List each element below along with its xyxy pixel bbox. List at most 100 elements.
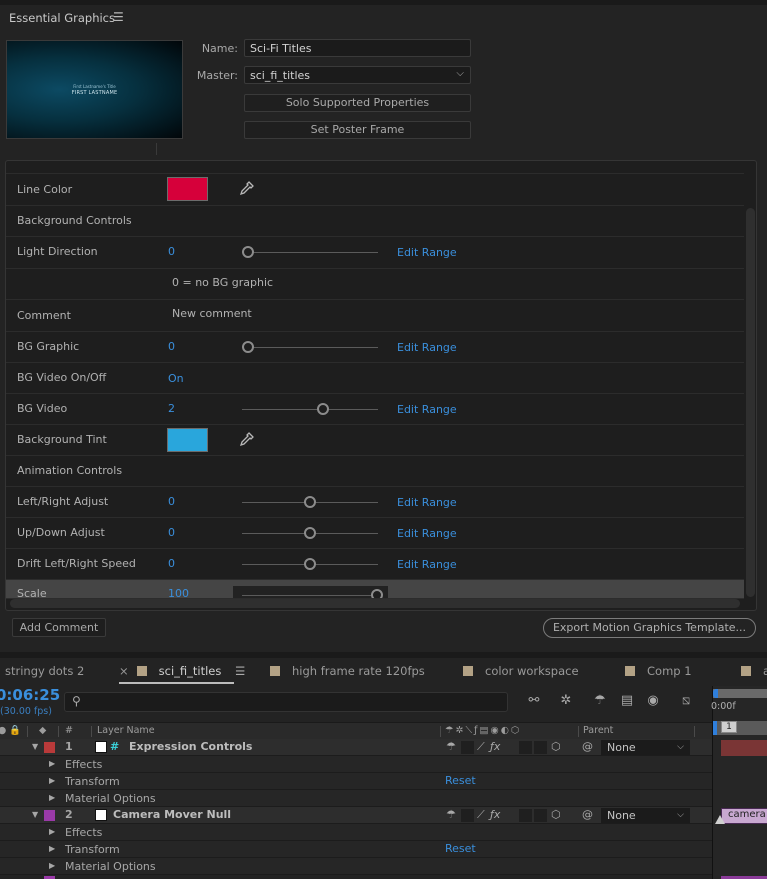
property-slider[interactable] <box>242 558 378 570</box>
property-row[interactable]: Drift Left/Right Speed 0 Edit Range <box>6 549 744 580</box>
label-color[interactable] <box>44 742 55 753</box>
property-row[interactable]: Background Tint <box>6 425 744 456</box>
property-row[interactable]: Left/Right Adjust 0 Edit Range <box>6 487 744 518</box>
tab-comp-1[interactable]: Comp 1 <box>625 664 692 678</box>
layer-bar-1[interactable] <box>721 740 767 756</box>
work-area-start[interactable] <box>713 689 718 698</box>
lock-icon[interactable]: 🔒 <box>9 725 21 736</box>
edit-range-link[interactable]: Edit Range <box>397 403 457 416</box>
close-icon[interactable]: × <box>119 664 129 678</box>
expand-triangle-icon[interactable]: ▼ <box>32 742 38 751</box>
slider-knob[interactable] <box>304 558 316 570</box>
motion-blur-icon[interactable]: ◉ <box>644 693 662 711</box>
pick-whip-icon[interactable]: @ <box>582 808 593 821</box>
frame-blending-icon[interactable]: ▤ <box>618 693 636 711</box>
expand-triangle-icon[interactable]: ▶ <box>49 861 55 870</box>
hamburger-icon[interactable]: ☰ <box>235 664 245 678</box>
graph-editor-icon[interactable]: ⧅ <box>677 693 695 711</box>
layer-search-input[interactable]: ⚲ <box>64 692 508 712</box>
column-layer-name[interactable]: Layer Name <box>97 725 155 736</box>
comment-text[interactable]: New comment <box>172 307 252 320</box>
property-group-row[interactable]: ▶ Transform Reset <box>0 773 712 790</box>
column-number[interactable]: # <box>65 725 73 736</box>
expand-triangle-icon[interactable]: ▶ <box>49 827 55 836</box>
av-switches[interactable] <box>0 809 30 822</box>
property-value[interactable]: 0 <box>168 557 175 570</box>
reset-link[interactable]: Reset <box>445 842 476 855</box>
tab-color-workspace[interactable]: color workspace <box>463 664 579 678</box>
av-switches[interactable] <box>0 741 30 754</box>
draft-3d-icon[interactable]: ✲ <box>557 693 575 711</box>
property-row[interactable]: BG Video 2 Edit Range <box>6 394 744 425</box>
video-toggle-icon[interactable]: ● <box>0 725 6 736</box>
edit-range-link[interactable]: Edit Range <box>397 246 457 259</box>
property-slider[interactable] <box>242 589 383 598</box>
expand-triangle-icon[interactable]: ▶ <box>49 759 55 768</box>
property-row[interactable]: BG Graphic 0 Edit Range <box>6 332 744 363</box>
property-group-row[interactable]: ▶ Material Options <box>0 790 712 807</box>
checkbox-value[interactable]: On <box>168 372 184 385</box>
timeline-area[interactable]: 0:00f 1 camera ju <box>711 686 767 879</box>
layer-name[interactable]: Expression Controls <box>129 740 252 753</box>
property-group-row[interactable]: ▶ Transform Reset <box>0 841 712 858</box>
property-value[interactable]: 0 <box>168 495 175 508</box>
quality-switch-icon[interactable]: ⟋ <box>477 740 485 754</box>
slider-knob[interactable] <box>371 589 383 598</box>
layer-row[interactable]: ▼ 2 Camera Mover Null ☂ ⟋ ƒx ⬡ @ None ⌵ <box>0 807 712 824</box>
property-value[interactable]: 100 <box>168 587 189 598</box>
label-color[interactable] <box>44 810 55 821</box>
motion-blur-switch[interactable] <box>519 741 532 754</box>
composition-flowchart-icon[interactable]: ⚯ <box>525 693 543 711</box>
expand-triangle-icon[interactable]: ▶ <box>49 776 55 785</box>
quality-switch-icon[interactable]: ⟋ <box>477 808 485 822</box>
slider-knob[interactable] <box>304 496 316 508</box>
shy-switch-icon[interactable]: ☂ <box>446 740 456 753</box>
layer-row[interactable]: ▼ 1 # Expression Controls ☂ ⟋ ƒx ⬡ @ Non… <box>0 739 712 756</box>
property-value[interactable]: 2 <box>168 402 175 415</box>
expand-triangle-icon[interactable]: ▼ <box>32 810 38 819</box>
property-row[interactable]: Light Direction 0 Edit Range <box>6 237 744 269</box>
tab-high-frame-rate[interactable]: high frame rate 120fps <box>270 664 425 678</box>
export-motion-graphics-template-button[interactable]: Export Motion Graphics Template... <box>543 618 756 638</box>
set-poster-frame-button[interactable]: Set Poster Frame <box>244 121 471 139</box>
slider-knob[interactable] <box>317 403 329 415</box>
parent-select[interactable]: None ⌵ <box>601 808 690 823</box>
property-slider[interactable] <box>242 246 378 258</box>
property-row[interactable]: Comment New comment <box>6 300 744 332</box>
property-group-row[interactable]: ▶ Effects <box>0 824 712 841</box>
shy-switch-icon[interactable]: ☂ <box>446 808 456 821</box>
tab-stringy-dots-2[interactable]: stringy dots 2 <box>5 664 84 678</box>
expand-triangle-icon[interactable]: ▶ <box>49 844 55 853</box>
playhead[interactable] <box>713 721 717 735</box>
property-group-row[interactable]: ▶ Effects <box>0 756 712 773</box>
slider-knob[interactable] <box>242 341 254 353</box>
hamburger-icon[interactable]: ☰ <box>113 10 124 24</box>
effects-switch-icon[interactable]: ƒx <box>490 808 500 821</box>
property-value[interactable]: 0 <box>168 526 175 539</box>
property-row[interactable]: Up/Down Adjust 0 Edit Range <box>6 518 744 549</box>
3d-layer-icon[interactable]: ⬡ <box>551 808 561 821</box>
slider-knob[interactable] <box>304 527 316 539</box>
layer-bar-2[interactable]: camera ju <box>721 808 767 824</box>
property-slider[interactable] <box>242 403 378 415</box>
current-timecode[interactable]: 0:06:25 <box>0 686 60 704</box>
tab-a[interactable]: a <box>741 664 767 678</box>
color-swatch[interactable] <box>167 177 208 201</box>
edit-range-link[interactable]: Edit Range <box>397 496 457 509</box>
solo-supported-properties-button[interactable]: Solo Supported Properties <box>244 94 471 112</box>
hide-shy-layers-icon[interactable]: ☂ <box>591 693 609 711</box>
parent-select[interactable]: None ⌵ <box>601 740 690 755</box>
collapse-switch[interactable] <box>461 809 474 822</box>
edit-range-link[interactable]: Edit Range <box>397 341 457 354</box>
pick-whip-icon[interactable]: @ <box>582 740 593 753</box>
property-value[interactable]: 0 <box>168 245 175 258</box>
3d-layer-icon[interactable]: ⬡ <box>551 740 561 753</box>
slider-knob[interactable] <box>242 246 254 258</box>
layer-name[interactable]: Camera Mover Null <box>113 808 231 821</box>
property-row[interactable]: Line Color <box>6 174 744 206</box>
property-slider[interactable] <box>242 527 378 539</box>
adjustment-switch[interactable] <box>534 741 547 754</box>
master-select[interactable]: sci_fi_titles ⌵ <box>244 66 471 84</box>
horizontal-scrollbar[interactable] <box>10 599 740 608</box>
expand-triangle-icon[interactable]: ▶ <box>49 793 55 802</box>
